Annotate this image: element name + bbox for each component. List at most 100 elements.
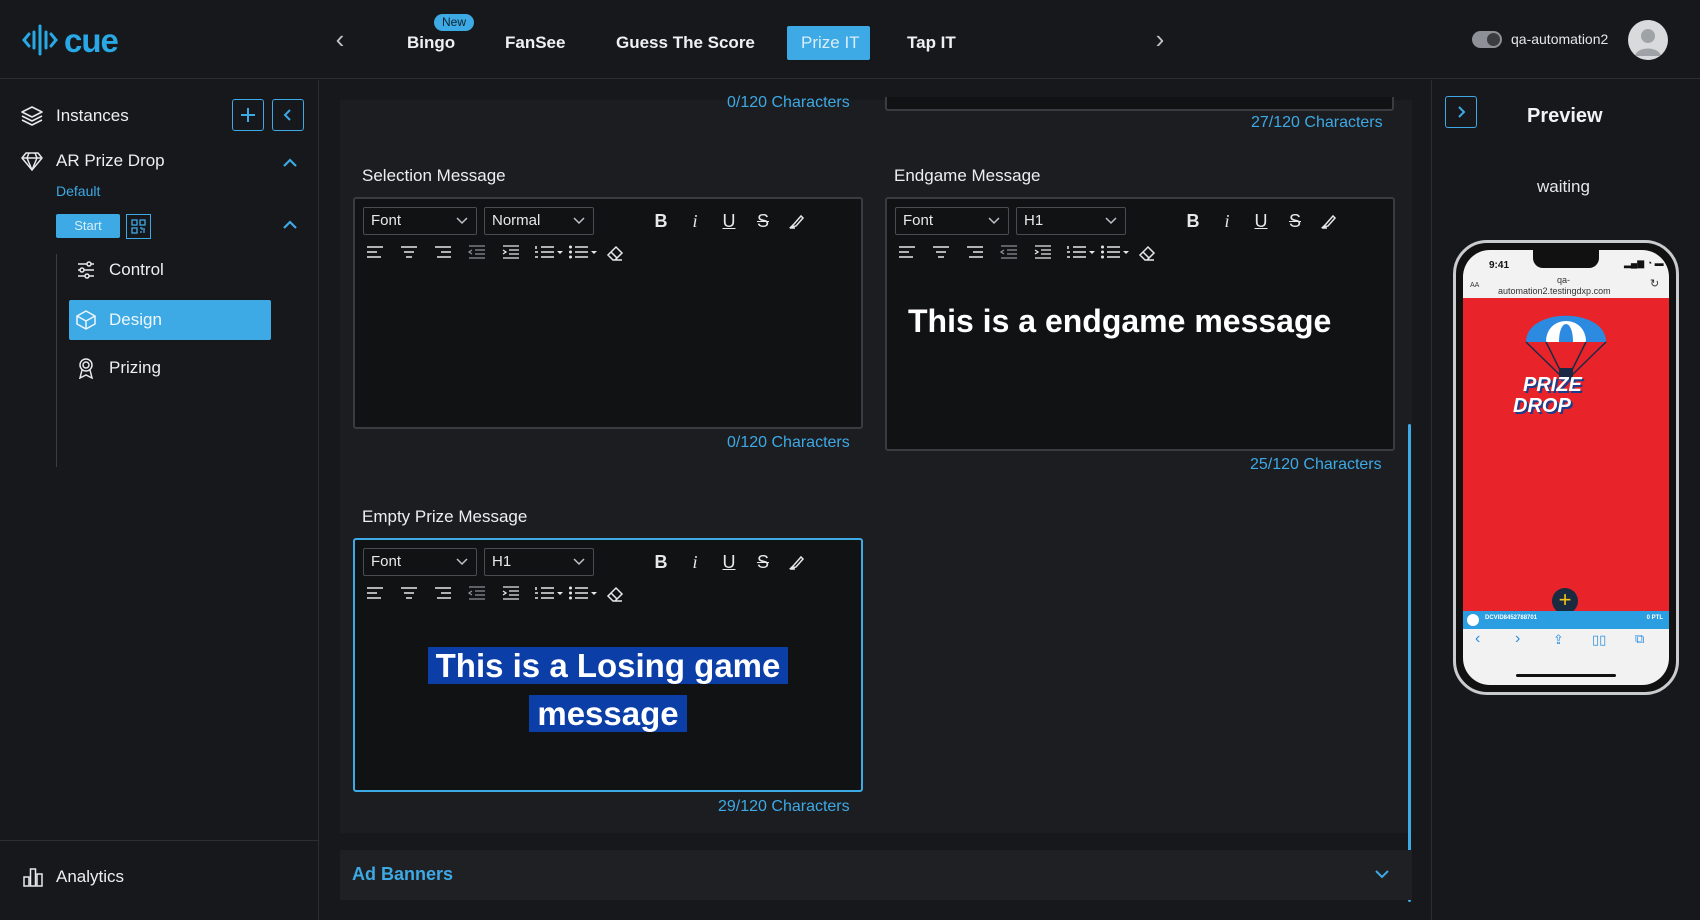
- font-select[interactable]: Font: [895, 207, 1009, 235]
- game-title-line2: DROP: [1513, 395, 1571, 417]
- theme-toggle[interactable]: [1472, 31, 1502, 48]
- bold-icon[interactable]: B: [650, 210, 672, 232]
- align-right-icon[interactable]: [964, 243, 986, 265]
- sidebar-item-prizing[interactable]: Prizing: [69, 348, 271, 388]
- sidebar-item-control[interactable]: Control: [69, 250, 271, 290]
- bullet-list-icon[interactable]: [568, 243, 598, 265]
- analytics-label: Analytics: [56, 867, 125, 886]
- layers-icon: [21, 106, 43, 126]
- selection-message-editor[interactable]: Font Normal B i U S: [353, 197, 863, 429]
- chevron-down-icon[interactable]: [1374, 868, 1390, 880]
- ordered-list-icon[interactable]: [1066, 243, 1096, 265]
- chevron-up-icon[interactable]: [281, 154, 299, 172]
- parachute-icon: [1525, 315, 1607, 380]
- size-select-value: Normal: [492, 212, 541, 229]
- tab-bingo[interactable]: Bingo: [407, 26, 455, 60]
- bullet-list-icon[interactable]: [568, 584, 598, 606]
- user-name: qa-automation2: [1511, 31, 1609, 47]
- indent-icon[interactable]: [500, 243, 522, 265]
- ordered-list-icon[interactable]: [534, 584, 564, 606]
- qr-code-button[interactable]: [126, 214, 151, 239]
- outdent-icon[interactable]: [466, 584, 488, 606]
- endgame-message-editor[interactable]: Font H1 B i U S This is a endgame messag…: [885, 197, 1395, 451]
- align-center-icon[interactable]: [398, 584, 420, 606]
- browser-forward-icon[interactable]: ›: [1515, 630, 1520, 648]
- eraser-icon[interactable]: [604, 584, 626, 606]
- reload-icon[interactable]: ↻: [1650, 277, 1659, 290]
- highlight-pen-icon[interactable]: [1318, 210, 1340, 232]
- ad-banners-section[interactable]: Ad Banners: [340, 850, 1412, 900]
- italic-icon[interactable]: i: [1216, 210, 1238, 232]
- align-center-icon[interactable]: [398, 243, 420, 265]
- ordered-list-icon[interactable]: [534, 243, 564, 265]
- tab-fansee[interactable]: FanSee: [505, 26, 565, 60]
- instance-item-ar-prize-drop[interactable]: AR Prize Drop: [20, 149, 165, 173]
- reader-aa: AA: [1470, 282, 1480, 289]
- strikethrough-icon[interactable]: S: [752, 210, 774, 232]
- nav-prev-arrow[interactable]: ‹: [330, 26, 350, 52]
- bookmarks-icon[interactable]: ▯▯: [1592, 632, 1606, 648]
- share-icon[interactable]: ⇪: [1553, 632, 1564, 648]
- bullet-list-icon[interactable]: [1100, 243, 1130, 265]
- size-select[interactable]: H1: [484, 548, 594, 576]
- align-left-icon[interactable]: [896, 243, 918, 265]
- indent-icon[interactable]: [1032, 243, 1054, 265]
- bar-chart-icon: [23, 868, 43, 887]
- eraser-icon[interactable]: [1136, 243, 1158, 265]
- char-count: 25/120 Characters: [1250, 456, 1382, 473]
- sidebar-item-analytics[interactable]: Analytics: [22, 866, 124, 888]
- add-instance-button[interactable]: [232, 99, 264, 131]
- highlight-pen-icon[interactable]: [786, 210, 808, 232]
- bold-icon[interactable]: B: [1182, 210, 1204, 232]
- qr-code-icon: [131, 219, 146, 234]
- underline-icon[interactable]: U: [718, 551, 740, 573]
- size-select-value: H1: [492, 553, 512, 570]
- size-select[interactable]: Normal: [484, 207, 594, 235]
- cue-logo-icon: [22, 24, 58, 56]
- highlight-pen-icon[interactable]: [786, 551, 808, 573]
- expand-preview-button[interactable]: [1445, 96, 1477, 128]
- game-canvas[interactable]: PRIZE DROP +: [1463, 298, 1669, 614]
- align-center-icon[interactable]: [930, 243, 952, 265]
- nav-next-arrow[interactable]: ›: [1150, 26, 1170, 52]
- eraser-icon[interactable]: [604, 243, 626, 265]
- font-select-value: Font: [371, 553, 402, 570]
- sidebar-item-design[interactable]: Design: [69, 300, 271, 340]
- logo-text: cue: [64, 21, 119, 59]
- empty-prize-message-editor[interactable]: Font H1 B i U S This is a Losing game me…: [353, 538, 863, 792]
- tabs-icon[interactable]: ⧉: [1635, 631, 1644, 647]
- align-left-icon[interactable]: [364, 243, 386, 265]
- collapse-sidebar-button[interactable]: [272, 99, 304, 131]
- outdent-icon[interactable]: [998, 243, 1020, 265]
- align-right-icon[interactable]: [432, 584, 454, 606]
- ad-banners-title: Ad Banners: [352, 864, 454, 884]
- top-navigation-bar: cue ‹ › New Bingo FanSee Guess The Score…: [0, 0, 1700, 79]
- align-right-icon[interactable]: [432, 243, 454, 265]
- variant-default-label[interactable]: Default: [56, 183, 100, 199]
- editor-partial[interactable]: [885, 97, 1394, 111]
- preview-panel: Preview waiting 9:41 ▂▄▆ ◔ ▬ AA qa- auto…: [1431, 80, 1700, 920]
- underline-icon[interactable]: U: [1250, 210, 1272, 232]
- font-select[interactable]: Font: [363, 207, 477, 235]
- strikethrough-icon[interactable]: S: [1284, 210, 1306, 232]
- strikethrough-icon[interactable]: S: [752, 551, 774, 573]
- italic-icon[interactable]: i: [684, 551, 706, 573]
- indent-icon[interactable]: [500, 584, 522, 606]
- tab-prize-it[interactable]: Prize IT: [787, 26, 870, 60]
- outdent-icon[interactable]: [466, 243, 488, 265]
- bold-icon[interactable]: B: [650, 551, 672, 573]
- font-select[interactable]: Font: [363, 548, 477, 576]
- scrollbar[interactable]: [1408, 424, 1411, 902]
- italic-icon[interactable]: i: [684, 210, 706, 232]
- start-button[interactable]: Start: [56, 214, 120, 238]
- tab-guess-the-score[interactable]: Guess The Score: [616, 26, 755, 60]
- browser-back-icon[interactable]: ‹: [1475, 630, 1480, 648]
- url-line1: qa-: [1557, 275, 1571, 285]
- tab-tap-it[interactable]: Tap IT: [907, 26, 956, 60]
- avatar[interactable]: [1628, 20, 1668, 60]
- underline-icon[interactable]: U: [718, 210, 740, 232]
- size-select[interactable]: H1: [1016, 207, 1126, 235]
- align-left-icon[interactable]: [364, 584, 386, 606]
- chevron-up-icon[interactable]: [281, 216, 299, 234]
- cue-logo[interactable]: cue: [22, 20, 119, 60]
